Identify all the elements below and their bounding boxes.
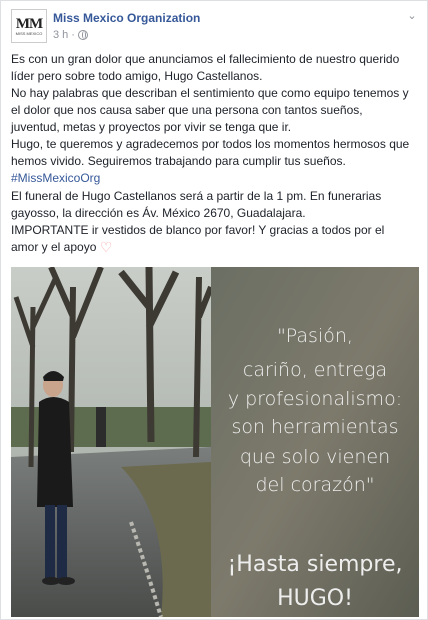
quote-line: y profesionalismo: (228, 388, 402, 410)
text-line: líder pero sobre todo amigo, Hugo Castel… (11, 69, 263, 83)
page-name-link[interactable]: Miss Mexico Organization (53, 11, 200, 25)
text-line: juventud, metas y proyectos por vivir se… (11, 120, 292, 134)
avatar[interactable]: MM MISS MEXICO (11, 9, 47, 43)
meta-separator: · (71, 29, 75, 41)
chevron-down-icon[interactable]: ⌄ (405, 9, 419, 23)
text-line: Es con un gran dolor que anunciamos el f… (11, 52, 400, 66)
post-photo[interactable]: "Pasión, cariño, entrega y profesionalis… (11, 267, 419, 617)
photo-svg: "Pasión, cariño, entrega y profesionalis… (11, 267, 419, 617)
post-text-paragraph-1: Es con un gran dolor que anunciamos el f… (11, 51, 421, 187)
timestamp[interactable]: 3 h (53, 29, 68, 41)
avatar-logo-subtext: MISS MEXICO (15, 30, 43, 36)
farewell-line: HUGO! (277, 586, 353, 611)
text-line: Hugo, te queremos y agradecemos por todo… (11, 137, 410, 151)
quote-line: "Pasión, (277, 325, 353, 347)
text-line: amor y el apoyo (11, 240, 97, 254)
post-header: MM MISS MEXICO Miss Mexico Organization … (11, 9, 421, 43)
text-line: hemos vivido. Seguiremos trabajando para… (11, 154, 346, 168)
quote-line: cariño, entrega (243, 359, 387, 381)
globe-icon (77, 30, 88, 40)
text-line: el dolor que nos causa saber que una per… (11, 103, 363, 117)
post-text-paragraph-2: El funeral de Hugo Castellanos será a pa… (11, 188, 421, 256)
hashtag-link[interactable]: #MissMexicoOrg (11, 171, 100, 185)
text-line: No hay palabras que describan el sentimi… (11, 86, 409, 100)
facebook-post: MM MISS MEXICO Miss Mexico Organization … (0, 0, 428, 620)
text-line: El funeral de Hugo Castellanos será a pa… (11, 189, 382, 203)
text-line: IMPORTANTE ir vestidos de blanco por fav… (11, 223, 385, 237)
farewell-line: ¡Hasta siempre, (227, 552, 402, 577)
quote-line: son herramientas (231, 416, 398, 438)
quote-line: que solo vienen (240, 446, 390, 468)
quote-line: del corazón" (256, 474, 375, 496)
heart-emoji-icon: ♡ (99, 239, 113, 255)
post-meta: 3 h · (53, 29, 88, 41)
avatar-logo: MM (15, 15, 43, 32)
text-line: gayosso, la dirección es Áv. México 2670… (11, 206, 306, 220)
